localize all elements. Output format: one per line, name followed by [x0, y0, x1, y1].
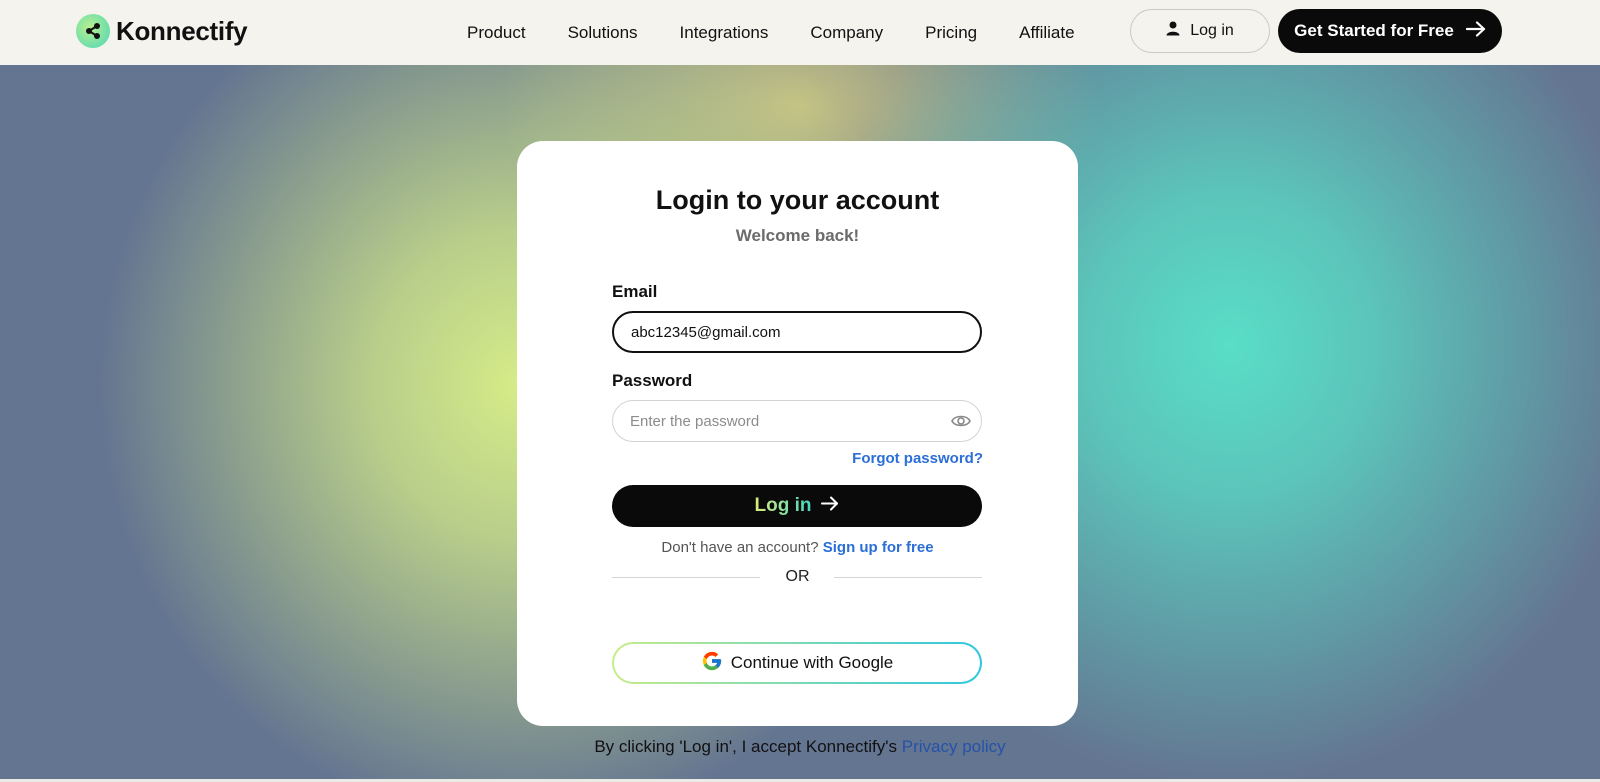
google-icon [701, 650, 723, 677]
arrow-right-icon [821, 496, 839, 516]
email-label: Email [612, 282, 658, 301]
signup-prompt-text: Don't have an account? [661, 539, 819, 556]
nav-item-solutions[interactable]: Solutions [547, 23, 659, 43]
password-field[interactable] [612, 400, 982, 442]
signup-link[interactable]: Sign up for free [823, 539, 934, 556]
nav-item-integrations[interactable]: Integrations [659, 23, 790, 43]
nav-item-affiliate[interactable]: Affiliate [998, 23, 1095, 43]
login-button-label: Log in [754, 495, 812, 516]
login-card: Login to your account Welcome back! Emai… [517, 141, 1078, 726]
page-subtitle: Welcome back! [735, 226, 860, 245]
brand-name: Konnectify [116, 15, 248, 46]
privacy-policy-link[interactable]: Privacy policy [902, 737, 1006, 756]
nav-item-company[interactable]: Company [789, 23, 904, 43]
email-field[interactable] [612, 311, 982, 353]
consent-footer: By clicking 'Log in', I accept Konnectif… [0, 737, 1600, 757]
page-title: Login to your account [655, 185, 940, 215]
brand[interactable]: Konnectify [76, 14, 248, 48]
user-icon [1166, 21, 1180, 41]
get-started-button[interactable]: Get Started for Free [1278, 9, 1502, 53]
or-separator: OR [785, 568, 810, 585]
konnectify-logo-icon [76, 14, 110, 48]
get-started-label: Get Started for Free [1294, 21, 1454, 40]
main-nav: Product Solutions Integrations Company P… [446, 0, 1096, 65]
password-label: Password [612, 371, 693, 390]
forgot-password-link[interactable]: Forgot password? [852, 450, 983, 467]
arrow-right-icon [1465, 20, 1486, 42]
nav-item-pricing[interactable]: Pricing [904, 23, 998, 43]
google-button-inner: Continue with Google [614, 644, 980, 682]
eye-icon[interactable] [951, 413, 971, 429]
header-login-label: Log in [1190, 22, 1234, 39]
continue-with-google-button[interactable]: Continue with Google [612, 642, 982, 684]
signup-prompt: Don't have an account? Sign up for free [517, 539, 1078, 556]
login-button[interactable]: Log in [612, 485, 982, 527]
nav-item-product[interactable]: Product [446, 23, 547, 43]
consent-text: By clicking 'Log in', I accept Konnectif… [594, 737, 897, 756]
header-login-button[interactable]: Log in [1130, 9, 1270, 53]
top-navbar: Konnectify Product Solutions Integration… [0, 0, 1600, 65]
divider-right [834, 577, 982, 578]
google-button-label: Continue with Google [730, 653, 894, 672]
